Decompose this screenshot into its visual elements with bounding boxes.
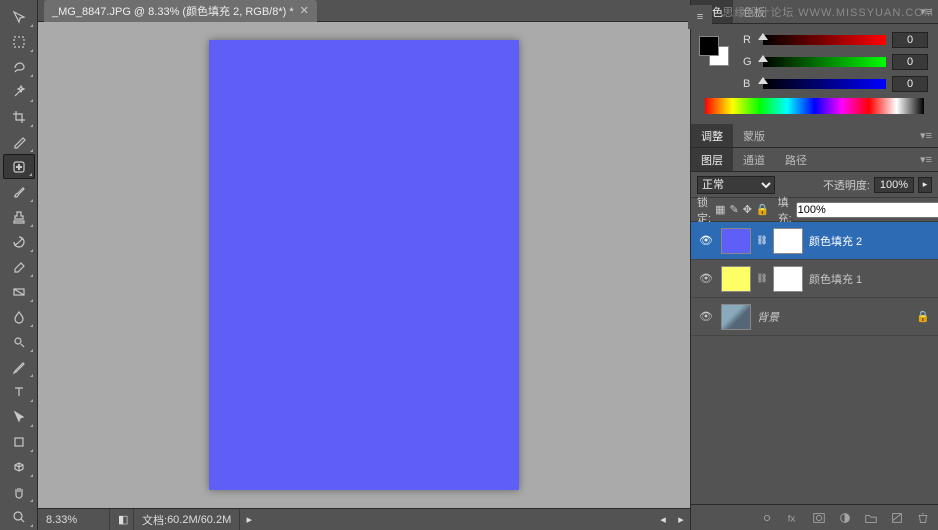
status-bar: 8.33% ◧ 文档: 60.2M/60.2M ▸ ◂ ▸ <box>38 508 690 530</box>
panels: 思缘设计论坛 WWW.MISSYUAN.COM 颜色 色板 ▾≡ RGB 调整 … <box>690 0 938 530</box>
tool-wand[interactable] <box>3 79 35 104</box>
tool-blur[interactable] <box>3 304 35 329</box>
tool-marquee[interactable] <box>3 29 35 54</box>
tab-layers[interactable]: 图层 <box>691 148 733 171</box>
layer-row[interactable]: 👁 ⛓ 颜色填充 2 <box>691 222 938 260</box>
layer-thumbnail[interactable] <box>721 266 751 292</box>
blend-mode-select[interactable]: 正常 <box>697 176 775 194</box>
tool-move[interactable] <box>3 4 35 29</box>
channel-label-g: G <box>743 56 757 68</box>
tool-3d[interactable] <box>3 454 35 479</box>
tab-paths[interactable]: 路径 <box>775 148 817 171</box>
visibility-icon[interactable]: 👁 <box>697 270 715 288</box>
tool-brush[interactable] <box>3 179 35 204</box>
layer-name[interactable]: 颜色填充 1 <box>809 271 932 287</box>
opacity-flyout[interactable]: ▸ <box>918 177 932 193</box>
tool-dodge[interactable] <box>3 329 35 354</box>
layer-options: 正常 不透明度: ▸ <box>691 172 938 198</box>
document-tab-title: _MG_8847.JPG @ 8.33% (颜色填充 2, RGB/8*) * <box>52 3 294 19</box>
scroll-left[interactable]: ◂ <box>654 513 672 526</box>
layer-mask-thumbnail[interactable] <box>773 228 803 254</box>
tab-adjust[interactable]: 调整 <box>691 124 733 147</box>
layer-thumbnail[interactable] <box>721 228 751 254</box>
channel-label-r: R <box>743 34 757 46</box>
doc-size-label: 文档: 60.2M/60.2M <box>134 509 240 530</box>
scroll-right[interactable]: ▸ <box>672 513 690 526</box>
tab-channels[interactable]: 通道 <box>733 148 775 171</box>
zoom-field[interactable]: 8.33% <box>38 509 110 530</box>
tool-pen[interactable] <box>3 354 35 379</box>
svg-text:fx: fx <box>788 513 796 524</box>
slider-b[interactable] <box>763 79 886 89</box>
tool-lasso[interactable] <box>3 54 35 79</box>
link-layers-icon[interactable] <box>758 509 776 527</box>
tool-eyedropper[interactable] <box>3 129 35 154</box>
color-spectrum[interactable] <box>705 98 924 114</box>
canvas-viewport[interactable] <box>38 22 690 508</box>
lock-row: 锁定: ▦ ✎ ✥ 🔒 填充: ▸ <box>691 198 938 222</box>
tool-history-brush[interactable] <box>3 229 35 254</box>
tool-gradient[interactable] <box>3 279 35 304</box>
tool-eraser[interactable] <box>3 254 35 279</box>
layer-row[interactable]: 👁 背景 🔒 <box>691 298 938 336</box>
layer-thumbnail[interactable] <box>721 304 751 330</box>
canvas[interactable] <box>209 40 519 490</box>
layer-name[interactable]: 颜色填充 2 <box>809 233 932 249</box>
tool-healing[interactable] <box>3 154 35 179</box>
tool-zoom[interactable] <box>3 504 35 529</box>
layer-panel-header: 图层 通道 路径 ▾≡ <box>691 148 938 172</box>
document-tabbar: _MG_8847.JPG @ 8.33% (颜色填充 2, RGB/8*) * … <box>38 0 690 22</box>
channel-input-r[interactable] <box>892 32 928 48</box>
collapsed-rail: ≡ <box>688 5 712 29</box>
layer-name[interactable]: 背景 <box>757 309 910 325</box>
opacity-input[interactable] <box>874 177 914 193</box>
opacity-label: 不透明度: <box>823 177 870 193</box>
lock-icon: 🔒 <box>916 310 930 323</box>
new-layer-icon[interactable] <box>888 509 906 527</box>
fill-input[interactable] <box>796 202 938 218</box>
slider-r[interactable] <box>763 35 886 45</box>
tool-type[interactable] <box>3 379 35 404</box>
document-tab[interactable]: _MG_8847.JPG @ 8.33% (颜色填充 2, RGB/8*) * … <box>44 0 317 22</box>
new-group-icon[interactable] <box>862 509 880 527</box>
close-icon[interactable]: ✕ <box>300 4 309 17</box>
visibility-icon[interactable]: 👁 <box>697 308 715 326</box>
watermark: 思缘设计论坛 WWW.MISSYUAN.COM <box>722 4 934 20</box>
toolbox <box>0 0 38 530</box>
lock-move-icon[interactable]: ✥ <box>743 202 752 218</box>
layer-fx-icon[interactable]: fx <box>784 509 802 527</box>
lock-transparency-icon[interactable]: ▦ <box>715 202 725 218</box>
mask-link-icon[interactable]: ⛓ <box>757 270 767 288</box>
panel-menu-icon[interactable]: ▾≡ <box>914 129 938 142</box>
lock-all-icon[interactable]: 🔒 <box>756 202 770 218</box>
channel-input-b[interactable] <box>892 76 928 92</box>
foreground-color-swatch[interactable] <box>699 36 719 56</box>
delete-layer-icon[interactable] <box>914 509 932 527</box>
document-area: _MG_8847.JPG @ 8.33% (颜色填充 2, RGB/8*) * … <box>38 0 690 530</box>
layer-list: 👁 ⛓ 颜色填充 2 👁 ⛓ 颜色填充 1 👁 背景 🔒 <box>691 222 938 504</box>
channel-input-g[interactable] <box>892 54 928 70</box>
lock-brush-icon[interactable]: ✎ <box>729 202 738 218</box>
layer-mask-thumbnail[interactable] <box>773 266 803 292</box>
status-icon[interactable]: ◧ <box>110 509 134 530</box>
panel-menu-icon[interactable]: ▾≡ <box>914 153 938 166</box>
rail-icon[interactable]: ≡ <box>690 7 710 27</box>
tool-hand[interactable] <box>3 479 35 504</box>
layer-footer: fx <box>691 504 938 530</box>
new-adjustment-icon[interactable] <box>836 509 854 527</box>
channel-label-b: B <box>743 78 757 90</box>
add-mask-icon[interactable] <box>810 509 828 527</box>
tool-crop[interactable] <box>3 104 35 129</box>
status-menu-arrow[interactable]: ▸ <box>240 513 258 526</box>
color-panel: RGB <box>691 24 938 124</box>
tool-stamp[interactable] <box>3 204 35 229</box>
slider-g[interactable] <box>763 57 886 67</box>
layer-row[interactable]: 👁 ⛓ 颜色填充 1 <box>691 260 938 298</box>
tool-path-select[interactable] <box>3 404 35 429</box>
adjust-panel-header: 调整 蒙版 ▾≡ <box>691 124 938 148</box>
mask-link-icon[interactable]: ⛓ <box>757 232 767 250</box>
tool-shape[interactable] <box>3 429 35 454</box>
visibility-icon[interactable]: 👁 <box>697 232 715 250</box>
tab-mask[interactable]: 蒙版 <box>733 124 775 147</box>
